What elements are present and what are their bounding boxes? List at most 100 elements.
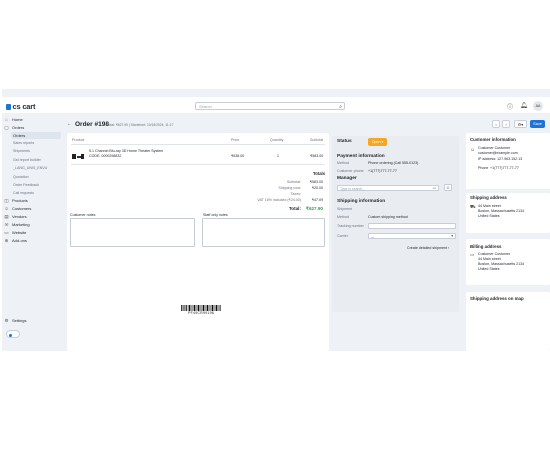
save-button[interactable]: Save bbox=[530, 120, 545, 128]
sidebar-item-label: Sales reports bbox=[13, 140, 35, 145]
totals-subtotal-value: ₹583.00 bbox=[309, 180, 323, 184]
totals-subtotal-label: Subtotal: bbox=[286, 180, 301, 184]
sidebar-item-orders[interactable]: ▢ Orders bbox=[4, 124, 24, 131]
sidebar-subitem-order-feedback[interactable]: Order Feedback bbox=[13, 182, 39, 187]
order-card: Product Price Quantity Subtotal 5.1 Chan… bbox=[67, 133, 329, 351]
sidebar-toggle[interactable] bbox=[6, 330, 20, 338]
customer-notes-textarea[interactable] bbox=[70, 218, 195, 247]
total-label: Total: bbox=[288, 206, 301, 211]
sidebar-item-vendors[interactable]: ▤ Vendors bbox=[4, 213, 26, 220]
billing-line-2: Boston, Massachusetts 2134 bbox=[478, 262, 525, 266]
search-input[interactable]: Search ⌕ bbox=[195, 102, 345, 110]
tracking-number-input[interactable] bbox=[368, 223, 456, 229]
user-icon[interactable]: ☺ bbox=[444, 184, 452, 191]
sidebar: ⌂ Home ▢ Orders Orders Sales reports Shipm… bbox=[2, 115, 64, 351]
sidebar-item-label: Order Feedback bbox=[13, 182, 39, 187]
customer-phone-label: Customer phone bbox=[337, 169, 364, 173]
shipping-map-card: Shipping address on map bbox=[466, 292, 550, 351]
sidebar-item-home[interactable]: ⌂ Home bbox=[4, 117, 23, 122]
orders-icon: ▢ bbox=[4, 124, 9, 130]
billing-name: Customer Customer bbox=[478, 252, 511, 256]
payment-method-value: Phone ordering (Call 555-0123) bbox=[368, 161, 419, 165]
sidebar-subitem-quotation[interactable]: Quotation bbox=[13, 174, 29, 179]
sidebar-item-marketing[interactable]: ✉ Marketing bbox=[4, 221, 30, 228]
back-arrow-icon[interactable]: ← bbox=[67, 121, 72, 127]
sidebar-subitem-gst-report[interactable]: Gst report builder bbox=[13, 157, 41, 162]
col-quantity: Quantity bbox=[270, 138, 284, 142]
shipping-address-heading: Shipping address bbox=[470, 195, 507, 200]
sidebar-subitem-lang[interactable]: _LANG_UNIS_ENVU bbox=[13, 165, 47, 170]
card-icon: ▭ bbox=[470, 252, 475, 257]
next-order-button[interactable]: › bbox=[502, 120, 510, 128]
logo[interactable]: cs cart bbox=[6, 102, 35, 111]
billing-address-heading: Billing address bbox=[470, 244, 502, 249]
shipment-label: Shipment bbox=[337, 207, 353, 211]
card-icon[interactable]: ▭ bbox=[433, 186, 436, 190]
staff-notes-textarea[interactable] bbox=[202, 218, 325, 247]
vendors-icon: ▤ bbox=[4, 213, 9, 219]
website-icon: ▭ bbox=[4, 229, 9, 235]
logo-text: cs cart bbox=[12, 102, 36, 111]
status-label: Status bbox=[337, 139, 352, 144]
customer-avatar-icon: ☺ bbox=[470, 147, 476, 153]
sidebar-subitem-sales-reports[interactable]: Sales reports bbox=[13, 140, 34, 145]
shipping-address-card: Shipping address ⛟ 44 Main street Boston… bbox=[466, 193, 550, 233]
carrier-select[interactable]: --- ▾ bbox=[368, 233, 456, 239]
column-gap bbox=[466, 285, 550, 292]
manager-search-input[interactable]: Type to search... ▭ bbox=[337, 185, 439, 191]
gear-icon: ⚙ bbox=[4, 317, 9, 323]
help-icon[interactable]: ⓘ bbox=[507, 102, 513, 111]
bell-icon[interactable]: 🔔︎ bbox=[520, 102, 528, 109]
app-window: cs cart Search ⌕ ⓘ 🔔︎ AA ⌂ Home ▢ Orders O… bbox=[2, 89, 550, 351]
sidebar-item-label: Shipments bbox=[13, 148, 30, 153]
search-icon[interactable]: ⌕ bbox=[339, 104, 342, 110]
customer-ip: IP address: 127.963.152.13 bbox=[478, 157, 523, 161]
shipping-line-1: 44 Main street bbox=[478, 204, 501, 208]
sidebar-item-website[interactable]: ▭ Website bbox=[4, 229, 26, 236]
sidebar-item-label: Orders bbox=[13, 133, 26, 138]
product-price: ₹538.00 bbox=[231, 154, 245, 158]
shipping-line-2: Boston, Massachusetts 2134 bbox=[478, 209, 525, 213]
product-name-link[interactable]: 5.1 Channel Blu-ray 3D Home Theater Syst… bbox=[89, 149, 163, 153]
sidebar-item-label: Marketing bbox=[12, 222, 30, 227]
header-divider bbox=[71, 144, 325, 145]
sidebar-item-settings[interactable]: ⚙ Settings bbox=[4, 317, 26, 324]
sidebar-item-label: Home bbox=[12, 117, 23, 122]
status-panel: Status Open ▾ Payment information Method… bbox=[332, 136, 459, 312]
settings-dropdown-button[interactable]: ⚙▾ bbox=[514, 120, 527, 128]
create-detailed-shipment-link[interactable]: Create detailed shipment › bbox=[407, 246, 449, 250]
products-icon: ◫ bbox=[4, 197, 9, 203]
col-product: Product bbox=[72, 138, 85, 142]
shipping-method-value: Custom shipping method bbox=[368, 215, 408, 219]
sidebar-item-customers[interactable]: ☺ Customers bbox=[4, 206, 31, 211]
customer-phone-label: Phone bbox=[478, 166, 489, 170]
carrier-value: --- bbox=[371, 234, 375, 239]
sidebar-item-label: Add-ons bbox=[12, 238, 27, 243]
shipping-method-label: Method bbox=[337, 215, 349, 219]
prev-order-button[interactable]: ‹ bbox=[492, 120, 500, 128]
addons-icon: ⊕ bbox=[4, 237, 9, 243]
sidebar-subitem-call-requests[interactable]: Call requests bbox=[13, 190, 34, 195]
carrier-label: Carrier bbox=[337, 234, 348, 238]
status-dropdown[interactable]: Open ▾ bbox=[368, 138, 387, 146]
sidebar-subitem-shipments[interactable]: Shipments bbox=[13, 148, 30, 153]
product-subtotal: ₹583.00 bbox=[310, 154, 324, 158]
product-quantity: 1 bbox=[277, 154, 279, 158]
page-title: Order #198 bbox=[75, 121, 109, 128]
totals-heading: Totals bbox=[313, 171, 326, 176]
customer-name-link[interactable]: Customer Customer bbox=[478, 146, 510, 150]
avatar[interactable]: AA bbox=[533, 101, 543, 111]
customer-phone-link[interactable]: +1(777)777-77-77 bbox=[490, 166, 519, 170]
sidebar-item-label: Gst report builder bbox=[13, 157, 41, 162]
sidebar-item-addons[interactable]: ⊕ Add-ons bbox=[4, 237, 27, 244]
page-header: ← Order #198 Total: ₹627.90 | Storefront… bbox=[64, 115, 550, 129]
customer-info-heading: Customer information bbox=[470, 137, 516, 142]
marketing-icon: ✉ bbox=[4, 221, 9, 227]
sidebar-item-products[interactable]: ◫ Products bbox=[4, 197, 28, 204]
sidebar-item-label: Products bbox=[12, 198, 28, 203]
sidebar-subitem-orders[interactable]: Orders bbox=[11, 132, 61, 139]
customer-email-link[interactable]: customer@example.com bbox=[478, 151, 518, 155]
manager-placeholder: Type to search... bbox=[340, 186, 366, 191]
product-image bbox=[72, 154, 84, 159]
sidebar-item-label: Call requests bbox=[13, 190, 34, 195]
